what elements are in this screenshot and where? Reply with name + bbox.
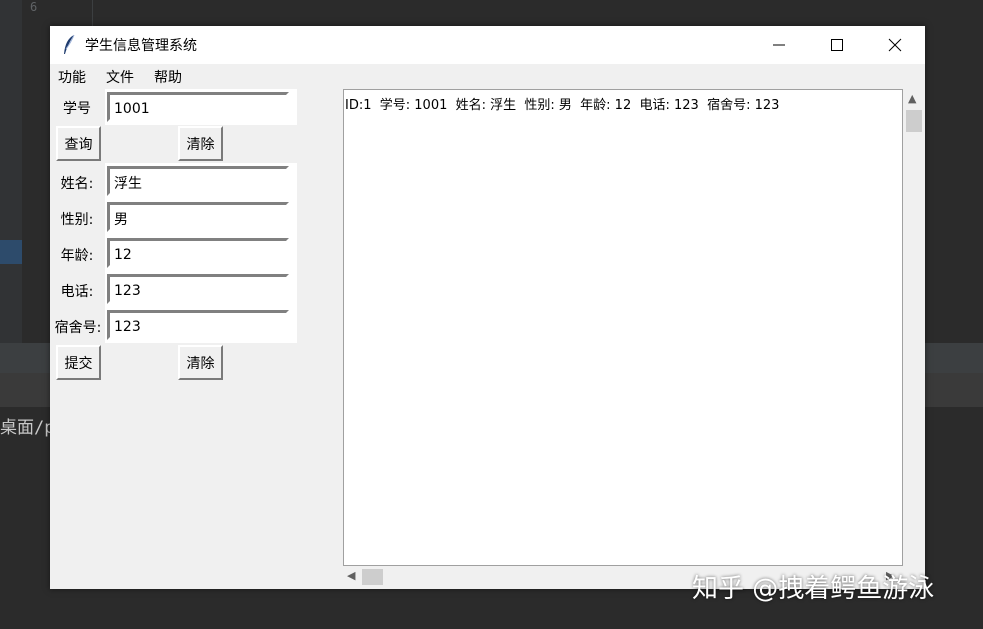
app-window: 学生信息管理系统 功能 文件 帮助 学号 查询 清除 姓名: 性别: bbox=[50, 26, 925, 589]
minimize-icon bbox=[773, 44, 785, 46]
submit-button[interactable]: 提交 bbox=[56, 345, 101, 380]
clear-form-button[interactable]: 清除 bbox=[178, 345, 223, 380]
name-input[interactable] bbox=[107, 166, 289, 196]
feather-icon bbox=[62, 34, 76, 56]
menu-help[interactable]: 帮助 bbox=[154, 67, 182, 87]
watermark: 知乎 @拽着鳄鱼游泳 bbox=[692, 574, 935, 604]
name-label: 姓名: bbox=[60, 176, 94, 192]
horizontal-scroll-thumb[interactable] bbox=[362, 569, 383, 585]
vertical-scrollbar[interactable]: ▲ bbox=[903, 89, 923, 566]
ide-line-number: 6 bbox=[30, 0, 38, 14]
output-line: ID:1 学号: 1001 姓名: 浮生 性别: 男 年龄: 12 电话: 12… bbox=[345, 98, 780, 113]
age-input[interactable] bbox=[107, 238, 289, 268]
close-icon bbox=[888, 38, 902, 52]
ide-terminal-text: 桌面/p bbox=[0, 418, 55, 438]
gender-input[interactable] bbox=[107, 202, 289, 232]
age-label: 年龄: bbox=[60, 248, 94, 264]
close-button[interactable] bbox=[866, 26, 924, 64]
output-textarea[interactable]: ID:1 学号: 1001 姓名: 浮生 性别: 男 年龄: 12 电话: 12… bbox=[343, 89, 903, 566]
query-button[interactable]: 查询 bbox=[56, 126, 101, 161]
phone-input[interactable] bbox=[107, 274, 289, 304]
phone-label: 电话: bbox=[60, 284, 94, 300]
clear-query-button[interactable]: 清除 bbox=[178, 126, 223, 161]
gender-label: 性别: bbox=[60, 212, 94, 228]
ide-gutter bbox=[0, 0, 22, 375]
minimize-button[interactable] bbox=[750, 26, 808, 64]
scroll-left-icon[interactable]: ◀ bbox=[347, 569, 355, 582]
title-bar[interactable]: 学生信息管理系统 bbox=[50, 26, 925, 64]
maximize-icon bbox=[831, 39, 843, 51]
vertical-scroll-thumb[interactable] bbox=[906, 110, 922, 132]
student-id-input[interactable] bbox=[107, 92, 289, 122]
ide-selection-marker bbox=[0, 240, 22, 264]
menu-file[interactable]: 文件 bbox=[106, 67, 134, 87]
window-title: 学生信息管理系统 bbox=[85, 38, 197, 54]
maximize-button[interactable] bbox=[808, 26, 866, 64]
dorm-input[interactable] bbox=[107, 310, 289, 340]
menu-function[interactable]: 功能 bbox=[58, 67, 86, 87]
dorm-label: 宿舍号: bbox=[54, 320, 102, 336]
scroll-up-icon[interactable]: ▲ bbox=[908, 92, 916, 105]
menu-bar: 功能 文件 帮助 bbox=[50, 64, 925, 88]
student-id-label: 学号 bbox=[63, 101, 91, 117]
